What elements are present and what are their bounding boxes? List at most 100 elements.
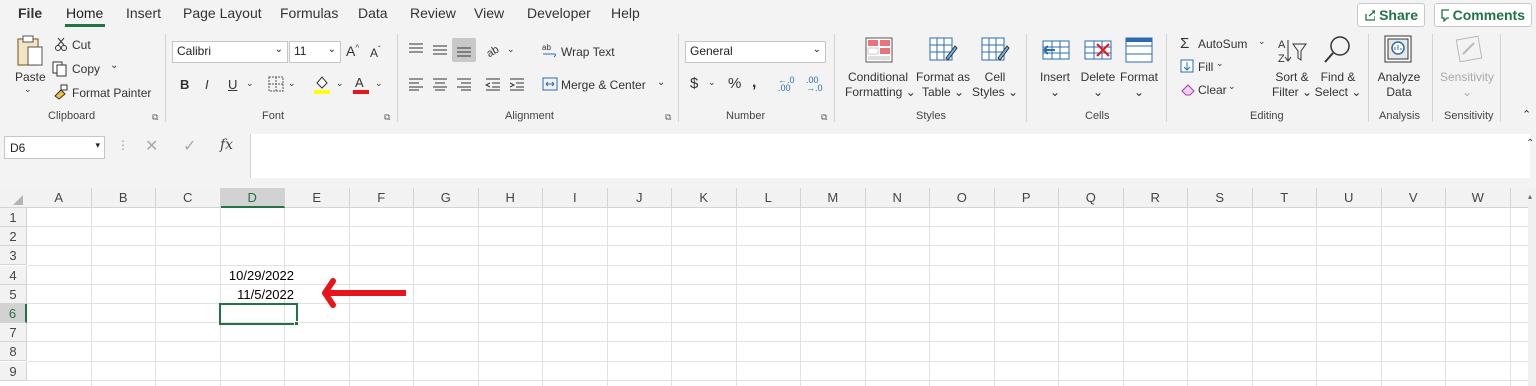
column-header-s[interactable]: S: [1188, 188, 1253, 208]
paste-button[interactable]: Paste: [15, 70, 46, 84]
row-header-8[interactable]: 8: [0, 342, 27, 362]
column-header-v[interactable]: V: [1382, 188, 1446, 208]
merge-center-button[interactable]: Merge & Center: [561, 78, 646, 92]
increase-indent-icon[interactable]: [509, 77, 525, 91]
column-header-p[interactable]: P: [995, 188, 1059, 208]
format-as-table-button[interactable]: Format as Table ⌄: [915, 70, 971, 100]
column-header-a[interactable]: A: [27, 188, 92, 208]
decrease-font-size-icon[interactable]: Aˇ: [370, 45, 381, 60]
menu-view[interactable]: View: [474, 5, 504, 21]
analyze-data-button[interactable]: Analyze Data: [1374, 70, 1424, 100]
active-cell-d6[interactable]: [219, 303, 298, 325]
vertical-scrollbar[interactable]: ▴: [1528, 188, 1536, 386]
decrease-indent-icon[interactable]: [485, 77, 501, 91]
row-header-3[interactable]: 3: [0, 246, 27, 266]
underline-icon[interactable]: U: [228, 77, 237, 92]
column-header-w[interactable]: W: [1446, 188, 1511, 208]
sensitivity-button[interactable]: Sensitivity ⌄: [1436, 70, 1498, 100]
column-header-n[interactable]: N: [866, 188, 930, 208]
expand-formula-bar-icon[interactable]: ⌃: [1526, 138, 1534, 149]
percent-icon[interactable]: %: [728, 75, 741, 92]
menu-page-layout[interactable]: Page Layout: [183, 5, 262, 21]
scroll-up-icon[interactable]: ▴: [1528, 192, 1532, 201]
font-color-dropdown-icon[interactable]: ⌄: [375, 78, 383, 89]
copy-dropdown-icon[interactable]: ⌄: [110, 60, 118, 71]
font-color-icon[interactable]: A: [352, 74, 370, 94]
collapse-ribbon-icon[interactable]: ⌃: [1522, 108, 1531, 121]
column-header-h[interactable]: H: [479, 188, 543, 208]
decrease-decimal-icon[interactable]: .00 →.0: [806, 76, 823, 93]
column-header-u[interactable]: U: [1317, 188, 1382, 208]
wrap-text-button[interactable]: Wrap Text: [561, 45, 615, 59]
menu-insert[interactable]: Insert: [126, 5, 161, 21]
align-left-icon[interactable]: [408, 77, 424, 91]
clipboard-launcher-icon[interactable]: ⧉: [152, 112, 158, 123]
bold-icon[interactable]: B: [180, 77, 189, 92]
clear-dropdown-icon[interactable]: ⌄: [1228, 81, 1236, 92]
font-name-select[interactable]: Calibri ⌄: [172, 41, 288, 63]
row-header-1[interactable]: 1: [0, 208, 27, 227]
column-header-c[interactable]: C: [156, 188, 221, 208]
row-header-7[interactable]: 7: [0, 323, 27, 343]
column-header-g[interactable]: G: [414, 188, 479, 208]
column-header-k[interactable]: K: [672, 188, 737, 208]
cell-d4[interactable]: 10/29/2022: [220, 268, 294, 283]
menu-home[interactable]: Home: [66, 5, 103, 21]
font-size-select[interactable]: 11 ⌄: [289, 41, 341, 63]
paste-dropdown-icon[interactable]: ⌄: [24, 84, 32, 95]
cell-styles-button[interactable]: Cell Styles ⌄: [972, 70, 1018, 100]
row-header-6[interactable]: 6: [0, 304, 27, 323]
comma-style-icon[interactable]: ,: [752, 74, 756, 92]
align-center-icon[interactable]: [432, 77, 448, 91]
insert-cells-button[interactable]: Insert ⌄: [1036, 70, 1074, 100]
fill-color-icon[interactable]: [313, 74, 331, 94]
italic-icon[interactable]: I: [205, 77, 209, 92]
increase-font-size-icon[interactable]: A^: [346, 43, 359, 59]
orientation-dropdown-icon[interactable]: ⌄: [507, 44, 515, 55]
column-header-b[interactable]: B: [92, 188, 156, 208]
fill-button[interactable]: Fill: [1198, 60, 1213, 74]
underline-dropdown-icon[interactable]: ⌄: [246, 78, 254, 89]
column-header-e[interactable]: E: [285, 188, 350, 208]
column-header-j[interactable]: J: [608, 188, 672, 208]
delete-cells-button[interactable]: Delete ⌄: [1079, 70, 1117, 100]
menu-review[interactable]: Review: [410, 5, 456, 21]
autosum-dropdown-icon[interactable]: ⌄: [1258, 36, 1266, 47]
clear-button[interactable]: Clear: [1198, 83, 1227, 97]
column-header-o[interactable]: O: [930, 188, 995, 208]
column-header-f[interactable]: F: [350, 188, 414, 208]
column-header-q[interactable]: Q: [1059, 188, 1124, 208]
increase-decimal-icon[interactable]: ←.0.00: [778, 76, 795, 93]
borders-icon[interactable]: [268, 76, 284, 92]
number-format-select[interactable]: General ⌄: [685, 41, 826, 63]
sort-filter-button[interactable]: Sort & Filter ⌄: [1270, 70, 1314, 100]
menu-developer[interactable]: Developer: [527, 5, 591, 21]
cut-button[interactable]: Cut: [72, 38, 91, 52]
column-header-m[interactable]: M: [801, 188, 866, 208]
currency-dropdown-icon[interactable]: ⌄: [708, 77, 716, 88]
name-box[interactable]: D6 ▾: [4, 136, 105, 159]
fill-handle[interactable]: [294, 321, 299, 326]
menu-formulas[interactable]: Formulas: [280, 5, 338, 21]
merge-dropdown-icon[interactable]: ⌄: [657, 77, 665, 88]
menu-data[interactable]: Data: [358, 5, 388, 21]
menu-file[interactable]: File: [18, 5, 42, 21]
share-button[interactable]: Share: [1357, 3, 1425, 27]
align-right-icon[interactable]: [456, 77, 472, 91]
currency-icon[interactable]: $: [690, 75, 698, 92]
paste-icon[interactable]: [15, 34, 45, 68]
column-header-r[interactable]: R: [1124, 188, 1188, 208]
borders-dropdown-icon[interactable]: ⌄: [288, 78, 296, 89]
conditional-formatting-button[interactable]: Conditional Formatting ⌄: [845, 70, 916, 100]
formula-input[interactable]: [250, 134, 1530, 178]
fill-color-dropdown-icon[interactable]: ⌄: [336, 78, 344, 89]
alignment-launcher-icon[interactable]: ⧉: [665, 112, 671, 123]
format-cells-button[interactable]: Format ⌄: [1119, 70, 1159, 100]
comments-button[interactable]: Comments: [1434, 3, 1532, 27]
font-launcher-icon[interactable]: ⧉: [384, 112, 390, 123]
row-header-5[interactable]: 5: [0, 284, 27, 304]
autosum-button[interactable]: AutoSum: [1198, 37, 1247, 51]
enter-icon[interactable]: ✓: [183, 136, 196, 156]
row-header-4[interactable]: 4: [0, 265, 27, 285]
cancel-icon[interactable]: ✕: [145, 136, 158, 156]
